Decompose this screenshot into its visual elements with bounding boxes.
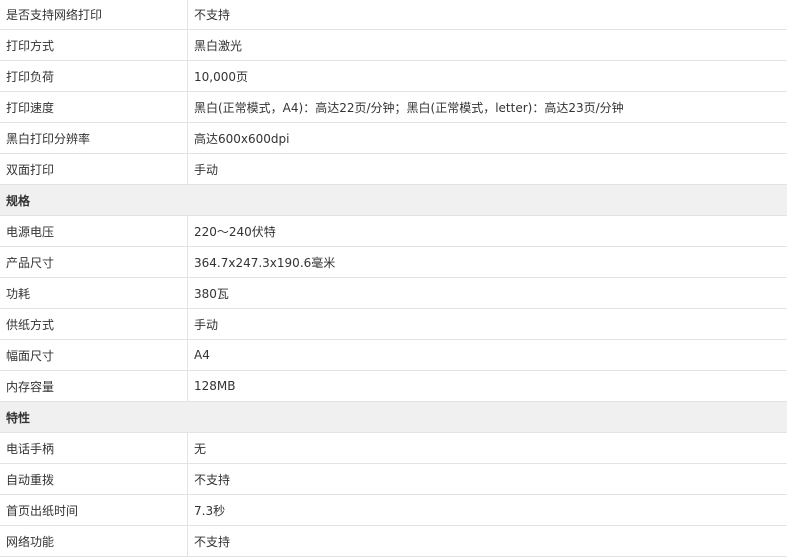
spec-value: 220～240伏特 (187, 215, 787, 247)
section-title: 规格 (0, 184, 787, 216)
spec-value: A4 (187, 339, 787, 371)
spec-label: 黑白打印分辨率 (0, 122, 188, 154)
spec-table: 是否支持网络打印 不支持 打印方式 黑白激光 打印负荷 10,000页 打印速度… (0, 0, 787, 557)
spec-value: 无 (187, 432, 787, 464)
spec-row: 是否支持网络打印 不支持 (0, 0, 787, 30)
spec-value: 黑白激光 (187, 29, 787, 61)
spec-label: 双面打印 (0, 153, 188, 185)
spec-label: 电源电压 (0, 215, 188, 247)
spec-label: 自动重拨 (0, 463, 188, 495)
spec-row: 功耗 380瓦 (0, 277, 787, 309)
section-header: 特性 (0, 401, 787, 433)
spec-value: 不支持 (187, 0, 787, 30)
spec-label: 是否支持网络打印 (0, 0, 188, 30)
spec-row: 自动重拨 不支持 (0, 463, 787, 495)
spec-value: 不支持 (187, 525, 787, 557)
section-header: 规格 (0, 184, 787, 216)
spec-row: 打印负荷 10,000页 (0, 60, 787, 92)
spec-label: 内存容量 (0, 370, 188, 402)
spec-label: 幅面尺寸 (0, 339, 188, 371)
spec-value: 364.7x247.3x190.6毫米 (187, 246, 787, 278)
spec-row: 黑白打印分辨率 高达600x600dpi (0, 122, 787, 154)
spec-value: 高达600x600dpi (187, 122, 787, 154)
spec-label: 打印方式 (0, 29, 188, 61)
spec-label: 首页出纸时间 (0, 494, 188, 526)
spec-row: 内存容量 128MB (0, 370, 787, 402)
spec-value: 不支持 (187, 463, 787, 495)
spec-value: 手动 (187, 308, 787, 340)
spec-value: 10,000页 (187, 60, 787, 92)
spec-row: 网络功能 不支持 (0, 525, 787, 557)
spec-label: 供纸方式 (0, 308, 188, 340)
spec-row: 电话手柄 无 (0, 432, 787, 464)
spec-label: 产品尺寸 (0, 246, 188, 278)
spec-row: 打印速度 黑白(正常模式，A4)：高达22页/分钟；黑白(正常模式，letter… (0, 91, 787, 123)
spec-row: 幅面尺寸 A4 (0, 339, 787, 371)
section-title: 特性 (0, 401, 787, 433)
spec-row: 双面打印 手动 (0, 153, 787, 185)
spec-label: 电话手柄 (0, 432, 188, 464)
spec-value: 手动 (187, 153, 787, 185)
spec-label: 功耗 (0, 277, 188, 309)
spec-row: 电源电压 220～240伏特 (0, 215, 787, 247)
spec-row: 首页出纸时间 7.3秒 (0, 494, 787, 526)
spec-row: 打印方式 黑白激光 (0, 29, 787, 61)
spec-label: 打印速度 (0, 91, 188, 123)
spec-label: 网络功能 (0, 525, 188, 557)
spec-row: 供纸方式 手动 (0, 308, 787, 340)
spec-value: 380瓦 (187, 277, 787, 309)
spec-value: 7.3秒 (187, 494, 787, 526)
spec-value: 黑白(正常模式，A4)：高达22页/分钟；黑白(正常模式，letter)：高达2… (187, 91, 787, 123)
spec-row: 产品尺寸 364.7x247.3x190.6毫米 (0, 246, 787, 278)
spec-label: 打印负荷 (0, 60, 188, 92)
spec-value: 128MB (187, 370, 787, 402)
